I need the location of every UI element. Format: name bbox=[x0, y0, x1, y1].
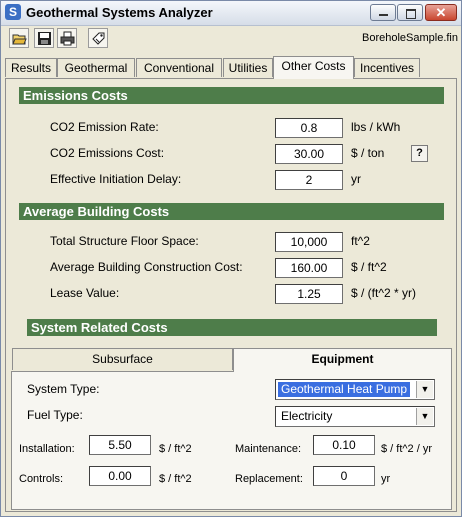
subtab-equipment[interactable]: Equipment bbox=[233, 348, 452, 372]
system-related-costs-header: System Related Costs bbox=[27, 319, 437, 336]
average-building-costs-header: Average Building Costs bbox=[19, 203, 444, 220]
tab-conventional[interactable]: Conventional bbox=[136, 58, 222, 77]
system-type-value: Geothermal Heat Pump bbox=[278, 382, 411, 397]
minimize-icon bbox=[379, 14, 388, 16]
chevron-down-icon[interactable]: ▼ bbox=[416, 381, 433, 398]
maximize-button[interactable] bbox=[397, 4, 423, 21]
floor-space-label: Total Structure Floor Space: bbox=[50, 234, 199, 248]
toolbar: BoreholeSample.fin bbox=[1, 25, 461, 53]
fuel-type-select[interactable]: Electricity ▼ bbox=[275, 406, 435, 427]
installation-label: Installation: bbox=[19, 443, 75, 455]
construction-cost-unit: $ / ft^2 bbox=[351, 260, 387, 274]
open-file-name: BoreholeSample.fin bbox=[361, 32, 458, 44]
controls-unit: $ / ft^2 bbox=[159, 473, 192, 485]
open-folder-icon bbox=[12, 34, 27, 45]
controls-field[interactable]: 0.00 bbox=[89, 466, 151, 486]
app-logo-icon: S bbox=[5, 4, 21, 20]
close-button[interactable]: ✕ bbox=[425, 4, 457, 21]
tab-label: Incentives bbox=[359, 61, 415, 75]
printer-icon bbox=[60, 31, 75, 46]
tab-label: Utilities bbox=[228, 61, 268, 75]
tab-label: Conventional bbox=[143, 61, 215, 75]
tab-label: Results bbox=[10, 61, 51, 75]
tab-label: Other Costs bbox=[281, 59, 346, 73]
subtab-subsurface[interactable]: Subsurface bbox=[12, 348, 233, 370]
title-bar[interactable]: S Geothermal Systems Analyzer ✕ bbox=[1, 1, 461, 26]
co2-rate-label: CO2 Emission Rate: bbox=[50, 120, 159, 134]
construction-cost-field[interactable]: 160.00 bbox=[275, 258, 343, 278]
construction-cost-label: Average Building Construction Cost: bbox=[50, 260, 243, 274]
controls-label: Controls: bbox=[19, 473, 64, 485]
subtab-label: Subsurface bbox=[92, 352, 153, 366]
initiation-delay-field[interactable]: 2 bbox=[275, 170, 343, 190]
close-icon: ✕ bbox=[435, 5, 447, 20]
lease-value-field[interactable]: 1.25 bbox=[275, 284, 343, 304]
main-tabstrip: Results Geothermal Conventional Utilitie… bbox=[5, 56, 457, 79]
installation-unit: $ / ft^2 bbox=[159, 443, 192, 455]
maintenance-field[interactable]: 0.10 bbox=[313, 435, 375, 455]
co2-cost-field[interactable]: 30.00 bbox=[275, 144, 343, 164]
tab-label: Geothermal bbox=[64, 61, 128, 75]
fuel-type-label: Fuel Type: bbox=[27, 408, 83, 422]
save-disk-icon bbox=[38, 32, 51, 45]
tab-geothermal[interactable]: Geothermal bbox=[57, 58, 135, 77]
emissions-costs-header: Emissions Costs bbox=[19, 87, 444, 104]
tab-incentives[interactable]: Incentives bbox=[354, 58, 420, 77]
lease-value-label: Lease Value: bbox=[50, 286, 120, 300]
help-button[interactable]: ? bbox=[411, 145, 428, 162]
replacement-unit: yr bbox=[381, 473, 391, 485]
chevron-down-icon[interactable]: ▼ bbox=[416, 408, 433, 425]
replacement-field[interactable]: 0 bbox=[313, 466, 375, 486]
save-button[interactable] bbox=[34, 28, 54, 48]
installation-field[interactable]: 5.50 bbox=[89, 435, 151, 455]
initiation-delay-label: Effective Initiation Delay: bbox=[50, 172, 182, 186]
fuel-type-value: Electricity bbox=[281, 409, 333, 423]
co2-rate-field[interactable]: 0.8 bbox=[275, 118, 343, 138]
initiation-delay-unit: yr bbox=[351, 172, 361, 186]
tag-icon bbox=[92, 32, 105, 45]
floor-space-field[interactable]: 10,000 bbox=[275, 232, 343, 252]
print-button[interactable] bbox=[57, 28, 77, 48]
maintenance-label: Maintenance: bbox=[235, 443, 302, 455]
co2-cost-unit: $ / ton bbox=[351, 146, 385, 160]
maximize-icon bbox=[406, 9, 416, 19]
co2-cost-label: CO2 Emissions Cost: bbox=[50, 146, 165, 160]
tab-results[interactable]: Results bbox=[5, 58, 57, 77]
maintenance-unit: $ / ft^2 / yr bbox=[381, 443, 433, 455]
minimize-button[interactable] bbox=[370, 4, 396, 21]
replacement-label: Replacement: bbox=[235, 473, 303, 485]
tab-utilities[interactable]: Utilities bbox=[223, 58, 273, 77]
system-type-label: System Type: bbox=[27, 382, 100, 396]
system-type-select[interactable]: Geothermal Heat Pump ▼ bbox=[275, 379, 435, 400]
lease-value-unit: $ / (ft^2 * yr) bbox=[351, 286, 416, 300]
tag-button[interactable] bbox=[88, 28, 108, 48]
app-window: S Geothermal Systems Analyzer ✕ Borehole… bbox=[0, 0, 462, 517]
subtab-label: Equipment bbox=[311, 352, 374, 366]
floor-space-unit: ft^2 bbox=[351, 234, 370, 248]
tab-other-costs[interactable]: Other Costs bbox=[273, 56, 354, 79]
co2-rate-unit: lbs / kWh bbox=[351, 120, 401, 134]
window-title: Geothermal Systems Analyzer bbox=[26, 5, 213, 20]
open-button[interactable] bbox=[9, 28, 29, 48]
